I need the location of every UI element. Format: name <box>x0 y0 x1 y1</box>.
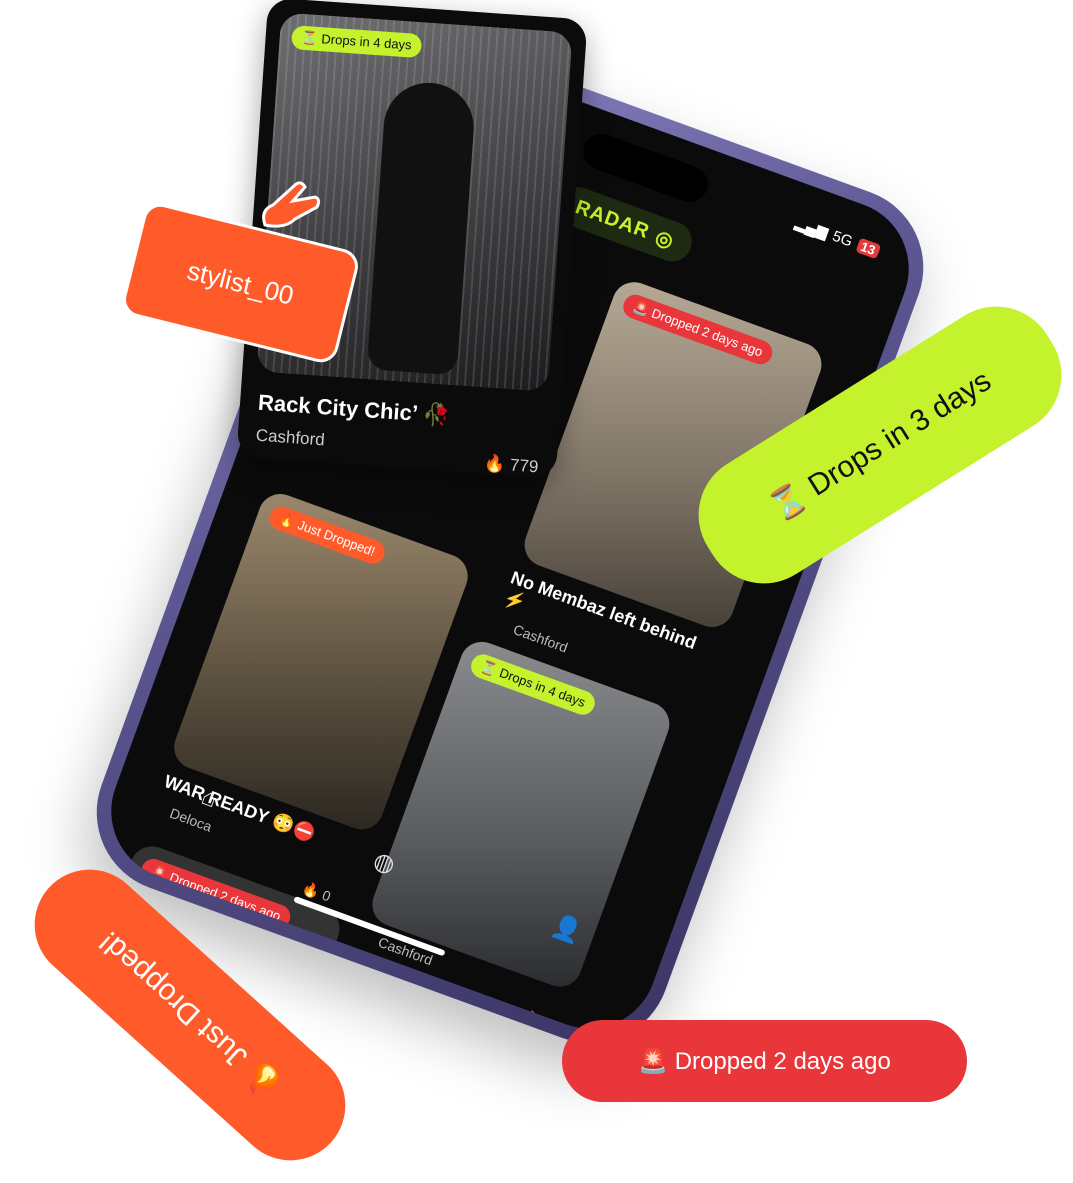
dropped-pill: 🚨 Dropped 2 days ago <box>562 1020 967 1102</box>
signal-icon: ▂▄▆ <box>792 214 831 242</box>
fire-count: 🔥 779 <box>483 453 540 477</box>
status-bar: ▂▄▆ 5G 13 <box>793 213 882 260</box>
status-badge: 🚨 Dropped 2 days ago <box>619 291 776 368</box>
globe-icon[interactable]: ◍ <box>370 845 400 879</box>
radar-icon: ◎ <box>652 225 678 253</box>
featured-author[interactable]: Cashford <box>255 426 325 451</box>
fire-count: 🔥 0 <box>519 1007 553 1033</box>
profile-icon[interactable]: 👤 <box>548 910 586 947</box>
tap-hand-icon <box>262 181 321 228</box>
status-badge: ⏳ Drops in 4 days <box>467 651 599 719</box>
network-label: 5G <box>830 227 855 251</box>
radar-label: RADAR <box>572 195 653 243</box>
featured-title: Rack City Chic’ 🥀 <box>257 389 452 429</box>
status-badge: ⏳ Drops in 4 days <box>290 25 423 59</box>
status-badge: 🔥 Just Dropped! <box>266 503 388 568</box>
model-figure <box>366 79 477 376</box>
battery-indicator: 13 <box>855 237 882 259</box>
home-icon[interactable]: ⌂ <box>197 783 221 814</box>
